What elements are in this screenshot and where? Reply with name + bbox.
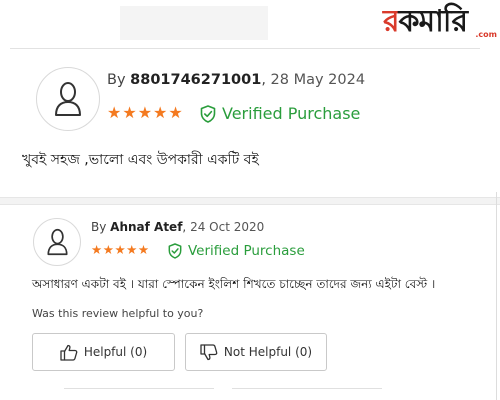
helpful-question: Was this review helpful to you? xyxy=(32,307,204,320)
thumbs-up-icon xyxy=(60,344,78,361)
review-byline: By 8801746271001, 28 May 2024 xyxy=(107,72,365,88)
reviewer-name[interactable]: Ahnaf Atef xyxy=(110,220,182,234)
review-text: খুবই সহজ ,ভালো এবং উপকারী একটি বই xyxy=(22,152,259,168)
panel-edge xyxy=(496,192,497,400)
review-byline: By Ahnaf Atef, 24 Oct 2020 xyxy=(91,220,264,234)
star-icon: ★ xyxy=(168,103,183,122)
star-rating: ★ ★ ★ ★ ★ xyxy=(91,242,150,257)
not-helpful-button[interactable]: Not Helpful (0) xyxy=(185,333,327,371)
user-outline-icon xyxy=(46,228,68,256)
shield-check-icon xyxy=(168,243,182,259)
verified-label: Verified Purchase xyxy=(222,104,361,123)
header-placeholder-strip xyxy=(120,6,268,40)
divider xyxy=(10,48,480,49)
helpful-button[interactable]: Helpful (0) xyxy=(32,333,175,371)
star-icon: ★ xyxy=(153,103,168,122)
review-date: 24 Oct 2020 xyxy=(190,220,265,234)
logo-wordmark: রকমারি xyxy=(383,4,468,39)
avatar xyxy=(36,67,100,131)
star-icon: ★ xyxy=(137,242,150,257)
verified-purchase-badge: Verified Purchase xyxy=(168,243,305,259)
verified-label: Verified Purchase xyxy=(188,243,305,259)
not-helpful-button-label: Not Helpful (0) xyxy=(223,345,313,359)
star-icon: ★ xyxy=(102,242,114,257)
star-icon: ★ xyxy=(107,103,122,122)
star-icon: ★ xyxy=(126,242,138,257)
star-rating: ★ ★ ★ ★ ★ xyxy=(107,105,184,121)
reviewer-name[interactable]: 8801746271001 xyxy=(130,72,261,88)
helpful-button-label: Helpful (0) xyxy=(83,345,148,359)
divider xyxy=(232,388,382,389)
star-icon: ★ xyxy=(114,242,126,257)
star-icon: ★ xyxy=(122,103,137,122)
review-divider xyxy=(0,197,500,205)
star-icon: ★ xyxy=(137,103,153,122)
by-prefix: By xyxy=(107,72,131,88)
byline-separator: , xyxy=(182,220,191,234)
user-outline-icon xyxy=(55,82,81,116)
logo-domain-suffix: .com xyxy=(475,30,497,39)
verified-purchase-badge: Verified Purchase xyxy=(200,104,360,123)
rokomari-logo[interactable]: রকমারি .com xyxy=(383,4,497,44)
review-text: অসাধারণ একটা বই । যারা স্পোকেন ইংলিশ শিখ… xyxy=(32,277,436,291)
review-date: 28 May 2024 xyxy=(270,72,366,88)
shield-check-icon xyxy=(200,104,216,123)
thumbs-down-icon xyxy=(200,343,218,360)
by-prefix: By xyxy=(91,220,111,234)
avatar xyxy=(33,218,81,266)
byline-separator: , xyxy=(261,72,271,88)
star-icon: ★ xyxy=(91,242,103,257)
divider xyxy=(64,388,214,389)
